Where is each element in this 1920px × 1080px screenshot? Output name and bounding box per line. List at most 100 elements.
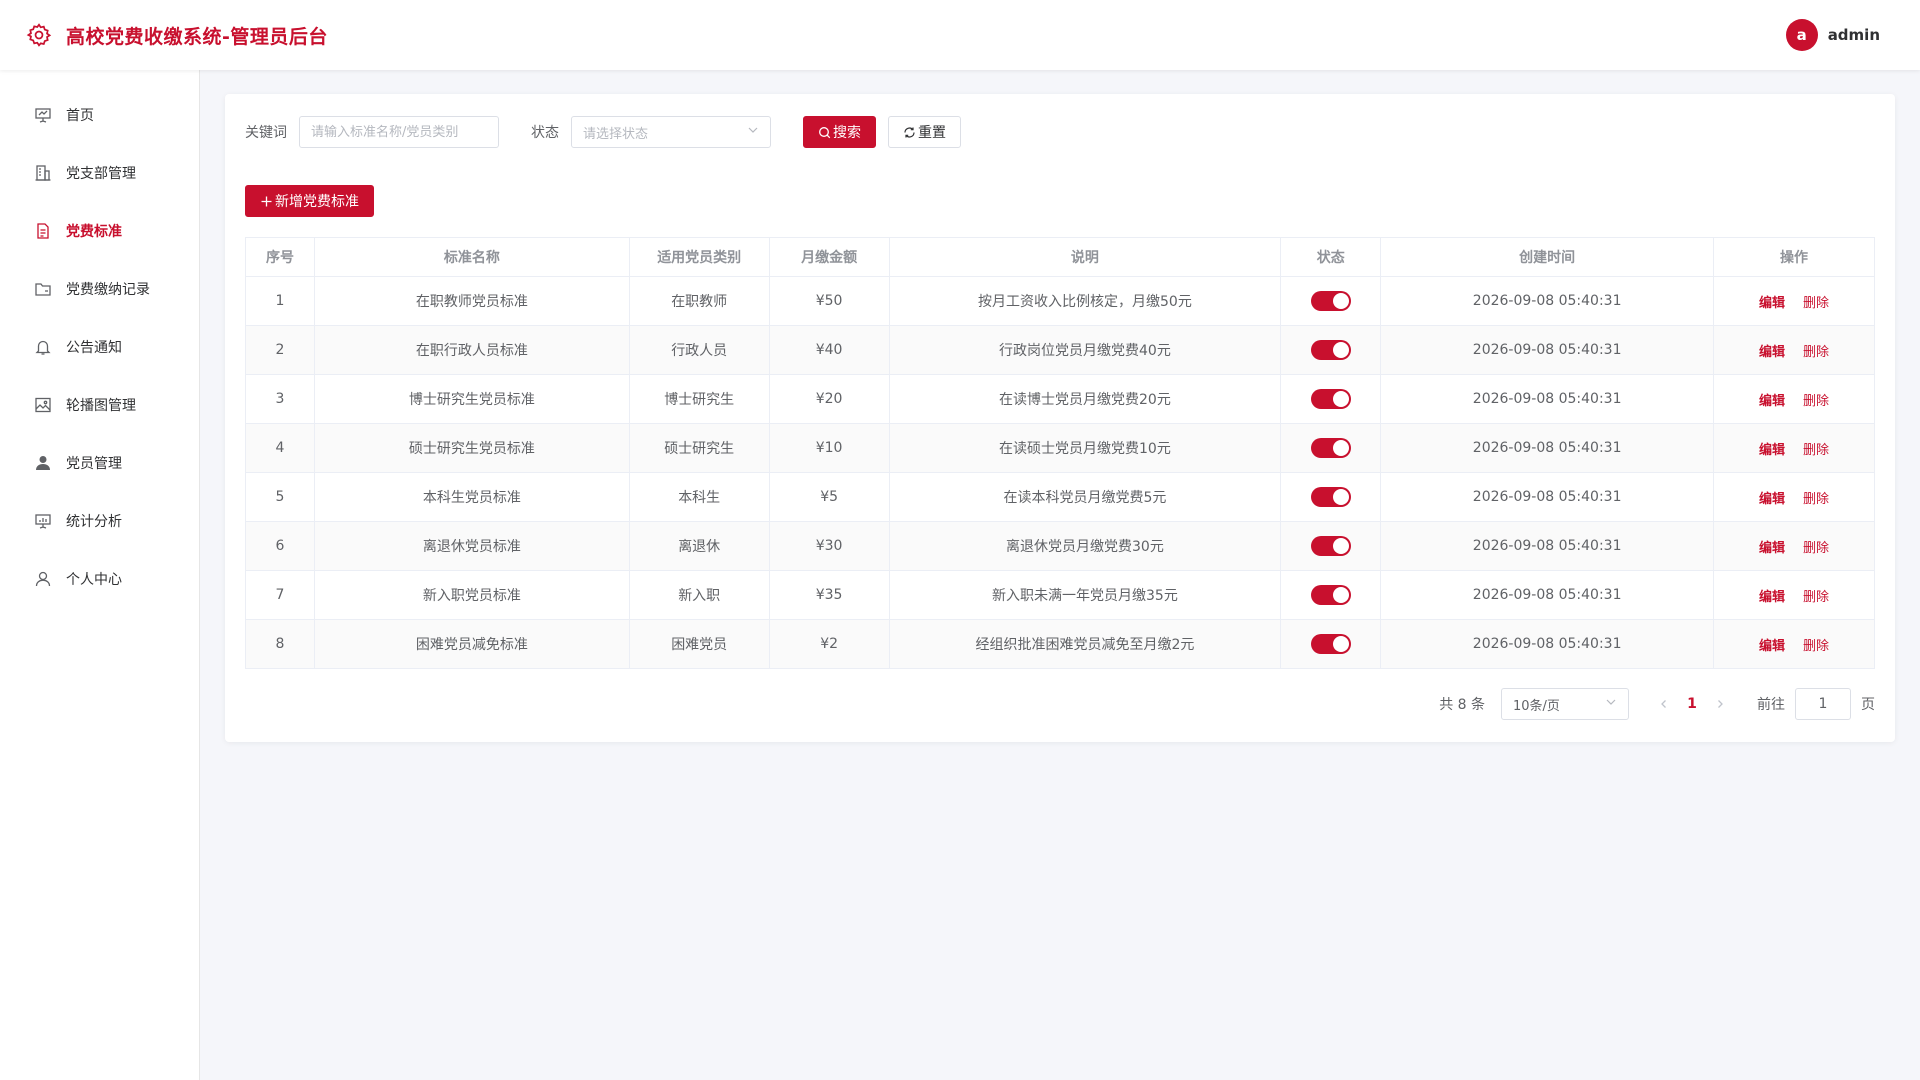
sidebar-item-notices[interactable]: 公告通知 xyxy=(0,318,199,376)
cell-index: 5 xyxy=(245,472,315,522)
edit-link[interactable]: 编辑 xyxy=(1759,394,1785,409)
sidebar-item-branch[interactable]: 党支部管理 xyxy=(0,144,199,202)
cell-index: 8 xyxy=(245,619,315,669)
column-header: 标准名称 xyxy=(313,237,630,277)
cell-actions: 编辑 删除 xyxy=(1713,374,1875,424)
status-toggle[interactable] xyxy=(1310,634,1351,654)
cell-index: 4 xyxy=(245,423,315,473)
sidebar-item-home[interactable]: 首页 xyxy=(0,86,199,144)
status-toggle[interactable] xyxy=(1310,340,1351,360)
delete-link[interactable]: 删除 xyxy=(1803,296,1829,311)
column-header: 说明 xyxy=(888,237,1282,277)
delete-link[interactable]: 删除 xyxy=(1803,492,1829,507)
toggle-knob xyxy=(1332,342,1349,358)
document-icon xyxy=(34,222,52,240)
next-page-button[interactable] xyxy=(1707,699,1733,709)
cell-amount: ¥2 xyxy=(768,619,890,669)
cell-status xyxy=(1280,472,1382,522)
presentation-icon xyxy=(34,106,52,124)
status-toggle[interactable] xyxy=(1310,389,1351,409)
cell-created: 2026-09-08 05:40:31 xyxy=(1380,325,1715,375)
cell-category: 本科生 xyxy=(628,472,770,522)
folder-icon xyxy=(34,280,52,298)
cell-amount: ¥30 xyxy=(768,521,890,571)
delete-link[interactable]: 删除 xyxy=(1803,345,1829,360)
sidebar-item-payment-records[interactable]: 党费缴纳记录 xyxy=(0,260,199,318)
edit-link[interactable]: 编辑 xyxy=(1759,443,1785,458)
toggle-knob xyxy=(1332,587,1349,603)
toggle-knob xyxy=(1332,391,1349,407)
cell-name: 在职行政人员标准 xyxy=(313,325,630,375)
edit-link[interactable]: 编辑 xyxy=(1759,296,1785,311)
delete-link[interactable]: 删除 xyxy=(1803,541,1829,556)
table-row: 3 博士研究生党员标准 博士研究生 ¥20 在读博士党员月缴党费20元 2026… xyxy=(245,374,1875,424)
status-toggle[interactable] xyxy=(1310,438,1351,458)
edit-link[interactable]: 编辑 xyxy=(1759,345,1785,360)
building-icon xyxy=(34,164,52,182)
reset-button[interactable]: 重置 xyxy=(888,116,961,148)
delete-link[interactable]: 删除 xyxy=(1803,443,1829,458)
cell-actions: 编辑 删除 xyxy=(1713,521,1875,571)
page-size-select[interactable]: 10条/页 xyxy=(1501,688,1629,720)
cell-index: 6 xyxy=(245,521,315,571)
cell-name: 在职教师党员标准 xyxy=(313,276,630,326)
sidebar-item-members[interactable]: 党员管理 xyxy=(0,434,199,492)
status-toggle[interactable] xyxy=(1310,585,1351,605)
status-select[interactable]: 请选择状态 xyxy=(571,116,771,148)
cell-category: 行政人员 xyxy=(628,325,770,375)
edit-link[interactable]: 编辑 xyxy=(1759,492,1785,507)
toggle-knob xyxy=(1332,293,1349,309)
sidebar-item-fee-standard[interactable]: 党费标准 xyxy=(0,202,199,260)
sidebar-item-statistics[interactable]: 统计分析 xyxy=(0,492,199,550)
status-toggle[interactable] xyxy=(1310,291,1351,311)
sidebar-item-label: 统计分析 xyxy=(66,514,122,530)
status-toggle[interactable] xyxy=(1310,487,1351,507)
cell-description: 行政岗位党员月缴党费40元 xyxy=(888,325,1282,375)
column-header: 序号 xyxy=(245,237,315,277)
add-button-label: 新增党费标准 xyxy=(275,194,359,210)
column-header: 操作 xyxy=(1713,237,1875,277)
table-row: 4 硕士研究生党员标准 硕士研究生 ¥10 在读硕士党员月缴党费10元 2026… xyxy=(245,423,1875,473)
cell-amount: ¥35 xyxy=(768,570,890,620)
user-menu[interactable]: a admin xyxy=(1785,19,1880,51)
edit-link[interactable]: 编辑 xyxy=(1759,639,1785,654)
cell-description: 在读硕士党员月缴党费10元 xyxy=(888,423,1282,473)
toggle-knob xyxy=(1332,538,1349,554)
cell-actions: 编辑 删除 xyxy=(1713,423,1875,473)
cell-status xyxy=(1280,325,1382,375)
total-count: 共 8 条 xyxy=(1439,697,1485,713)
cell-status xyxy=(1280,521,1382,571)
table-row: 1 在职教师党员标准 在职教师 ¥50 按月工资收入比例核定，月缴50元 202… xyxy=(245,276,1875,326)
sidebar-item-label: 个人中心 xyxy=(66,572,122,588)
page-number-current[interactable]: 1 xyxy=(1677,696,1707,712)
edit-link[interactable]: 编辑 xyxy=(1759,590,1785,605)
cell-actions: 编辑 删除 xyxy=(1713,570,1875,620)
top-header: 高校党费收缴系统-管理员后台 a admin xyxy=(0,0,1920,70)
cell-actions: 编辑 删除 xyxy=(1713,472,1875,522)
table-row: 7 新入职党员标准 新入职 ¥35 新入职未满一年党员月缴35元 2026-09… xyxy=(245,570,1875,620)
cell-name: 困难党员减免标准 xyxy=(313,619,630,669)
goto-page-input[interactable] xyxy=(1795,688,1851,720)
status-toggle[interactable] xyxy=(1310,536,1351,556)
cell-status xyxy=(1280,423,1382,473)
sidebar-item-carousel[interactable]: 轮播图管理 xyxy=(0,376,199,434)
avatar[interactable]: a xyxy=(1785,19,1818,51)
sidebar-item-profile[interactable]: 个人中心 xyxy=(0,550,199,608)
cell-amount: ¥50 xyxy=(768,276,890,326)
prev-page-button[interactable] xyxy=(1651,699,1677,709)
delete-link[interactable]: 删除 xyxy=(1803,639,1829,654)
user-icon xyxy=(34,570,52,588)
add-fee-standard-button[interactable]: 新增党费标准 xyxy=(245,185,374,217)
edit-link[interactable]: 编辑 xyxy=(1759,541,1785,556)
table-row: 8 困难党员减免标准 困难党员 ¥2 经组织批准困难党员减免至月缴2元 2026… xyxy=(245,619,1875,669)
delete-link[interactable]: 删除 xyxy=(1803,394,1829,409)
toggle-knob xyxy=(1332,440,1349,456)
status-select-placeholder: 请选择状态 xyxy=(583,126,649,142)
delete-link[interactable]: 删除 xyxy=(1803,590,1829,605)
cell-category: 在职教师 xyxy=(628,276,770,326)
search-button[interactable]: 搜索 xyxy=(803,116,876,148)
keyword-input[interactable] xyxy=(299,116,499,148)
cell-description: 离退休党员月缴党费30元 xyxy=(888,521,1282,571)
cell-status xyxy=(1280,276,1382,326)
username[interactable]: admin xyxy=(1828,26,1880,44)
